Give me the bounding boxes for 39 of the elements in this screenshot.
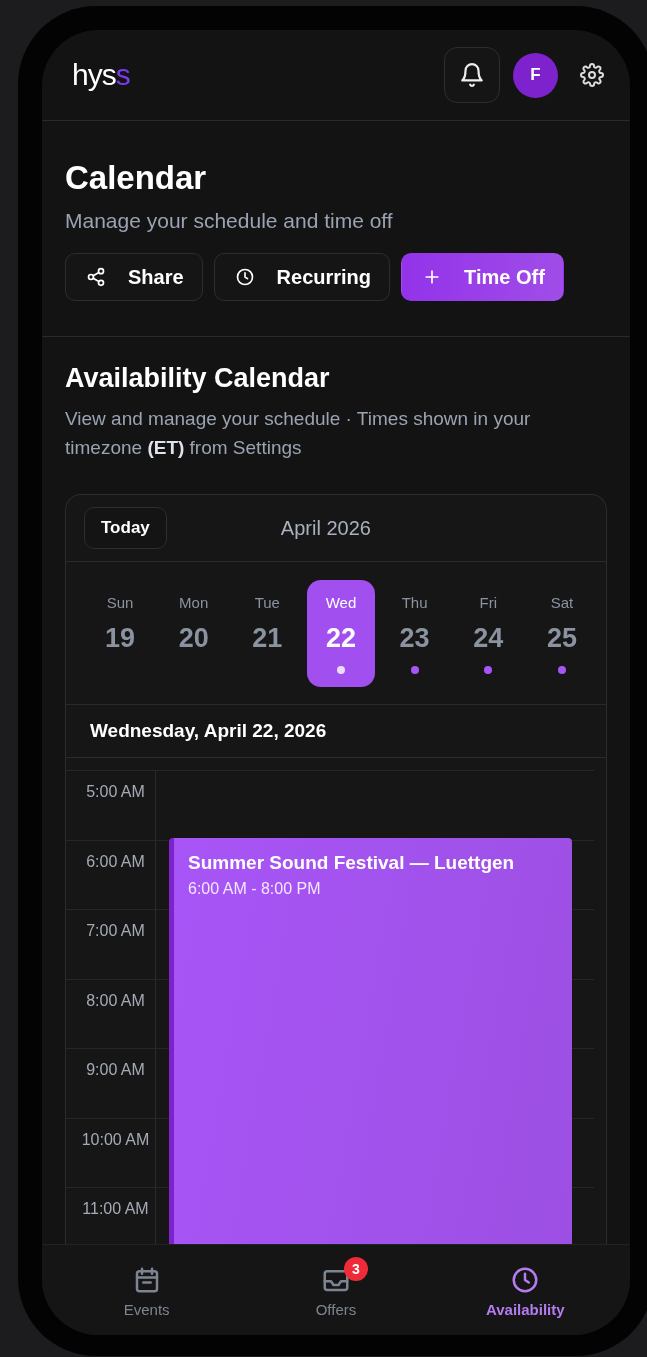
hour-label: 6:00 AM xyxy=(86,852,145,870)
app-logo: hyss xyxy=(72,58,130,92)
section-description: View and manage your schedule · Times shown in your timezone (ET) from Settings xyxy=(65,407,532,460)
section-title: Availability Calendar xyxy=(65,363,331,394)
selected-date: Wednesday, April 22, 2026 xyxy=(66,705,606,758)
day-item[interactable]: Wed 22 xyxy=(306,579,375,687)
bell-icon xyxy=(459,62,485,88)
hour-label: 10:00 AM xyxy=(81,1130,150,1148)
settings-button[interactable] xyxy=(580,63,604,87)
recurring-button[interactable]: Recurring xyxy=(213,253,391,301)
hour-label: 5:00 AM xyxy=(86,783,145,800)
day-item[interactable]: Fri 24 xyxy=(454,579,523,687)
count-badge: 3 xyxy=(344,1257,368,1281)
nav-tab[interactable]: Events xyxy=(81,1245,212,1335)
day-item[interactable]: Thu 23 xyxy=(380,579,449,687)
event-block[interactable]: Summer Sound Festival — Luettgen 6:00 AM - 8:00 PM xyxy=(169,838,572,1244)
hour-label: 9:00 AM xyxy=(86,1061,145,1078)
hour-label: 7:00 AM xyxy=(86,922,145,939)
day-item[interactable]: Sun 19 xyxy=(86,579,154,687)
day-item[interactable]: Mon 20 xyxy=(159,579,228,687)
event-title: Summer Sound Festival — Luettgen xyxy=(188,852,516,874)
month-label: April 2026 xyxy=(280,516,371,540)
day-item[interactable]: Sat 25 xyxy=(527,579,596,687)
share-button[interactable]: Share xyxy=(65,253,203,301)
nav-tab[interactable]: Offers 3 xyxy=(271,1245,401,1335)
today-button[interactable]: Today xyxy=(84,507,167,549)
user-avatar[interactable]: F xyxy=(513,52,558,98)
event-time: 6:00 AM - 8:00 PM xyxy=(188,880,322,898)
page-subtitle: Manage your schedule and time off xyxy=(65,209,394,233)
notifications-button[interactable] xyxy=(444,47,500,103)
day-item[interactable]: Tue 21 xyxy=(233,579,302,687)
settings-icon xyxy=(580,63,604,87)
clock-icon xyxy=(234,267,255,287)
nav-tab[interactable]: Availability xyxy=(460,1245,591,1335)
hour-label: 8:00 AM xyxy=(86,991,145,1009)
share-icon xyxy=(86,267,106,287)
hour-label: 11:00 AM xyxy=(82,1200,149,1217)
page-title: Calendar xyxy=(65,159,208,197)
add-button[interactable]: Time Off xyxy=(401,253,564,301)
